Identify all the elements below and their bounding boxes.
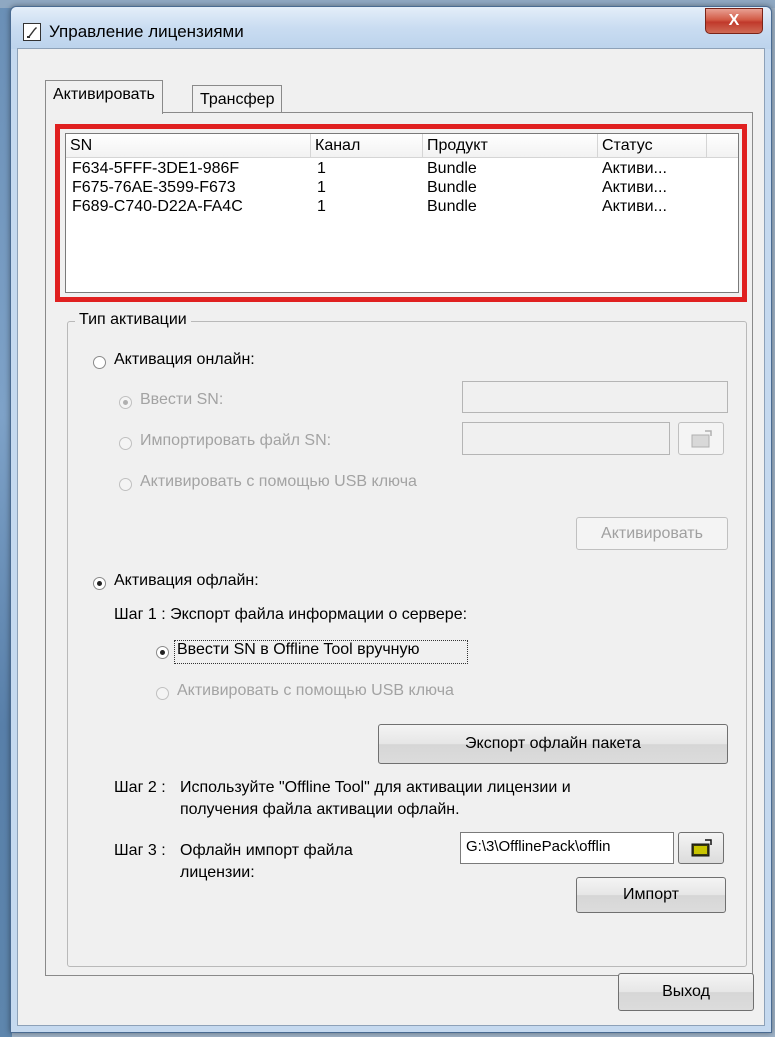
enter-sn-radio[interactable] — [119, 396, 132, 409]
manual-sn-radio[interactable] — [156, 646, 169, 659]
step3-text-line2: лицензии: — [180, 864, 255, 881]
dialog-client-area: Активировать Трансфер SN Канал Продукт С… — [17, 48, 765, 1026]
exit-button[interactable]: Выход — [618, 973, 754, 1011]
cell-channel: 1 — [317, 198, 326, 215]
cell-sn: F634-5FFF-3DE1-986F — [72, 160, 240, 177]
column-header-sn[interactable]: SN — [66, 134, 311, 157]
online-activation-radio[interactable] — [93, 356, 106, 369]
license-row[interactable]: F689-C740-D22A-FA4C 1 Bundle Активи... — [66, 197, 738, 216]
step3-text-line1: Офлайн импорт файла — [180, 842, 353, 859]
tab-activate[interactable]: Активировать — [45, 80, 163, 114]
folder-icon — [691, 430, 712, 448]
sn-file-path-input[interactable] — [462, 422, 670, 455]
step2-text-line1: Используйте "Offline Tool" для активации… — [180, 779, 571, 796]
export-offline-package-button[interactable]: Экспорт офлайн пакета — [378, 724, 728, 764]
step2-label: Шаг 2 : — [114, 779, 166, 796]
import-button[interactable]: Импорт — [576, 877, 726, 913]
app-icon — [23, 23, 41, 41]
cell-status: Активи... — [602, 198, 667, 215]
browse-license-file-button[interactable] — [678, 832, 724, 864]
cell-product: Bundle — [427, 160, 477, 177]
step2-text-line2: получения файла активации офлайн. — [180, 801, 460, 818]
license-row[interactable]: F675-76AE-3599-F673 1 Bundle Активи... — [66, 178, 738, 197]
import-sn-file-label: Импортировать файл SN: — [140, 432, 332, 449]
online-activation-label[interactable]: Активация онлайн: — [114, 351, 255, 369]
online-usb-key-label: Активировать с помощью USB ключа — [140, 473, 417, 490]
license-list-header: SN Канал Продукт Статус — [66, 134, 738, 158]
cell-sn: F675-76AE-3599-F673 — [72, 179, 236, 196]
cell-sn: F689-C740-D22A-FA4C — [72, 198, 243, 215]
tab-transfer[interactable]: Трансфер — [192, 85, 283, 115]
step1-label: Шаг 1 : Экспорт файла информации о серве… — [114, 606, 468, 623]
activation-type-label: Тип активации — [75, 311, 191, 329]
license-management-dialog: Управление лицензиями X Активировать Тра… — [10, 6, 772, 1033]
import-sn-file-radio[interactable] — [119, 437, 132, 450]
column-header-status[interactable]: Статус — [598, 134, 707, 157]
cell-channel: 1 — [317, 179, 326, 196]
cell-product: Bundle — [427, 179, 477, 196]
license-row[interactable]: F634-5FFF-3DE1-986F 1 Bundle Активи... — [66, 159, 738, 178]
column-header-filler — [707, 134, 738, 157]
cell-channel: 1 — [317, 160, 326, 177]
browse-sn-file-button[interactable] — [678, 422, 724, 455]
step3-label: Шаг 3 : — [114, 842, 166, 859]
cell-status: Активи... — [602, 160, 667, 177]
offline-usb-key-radio[interactable] — [156, 687, 169, 700]
online-usb-key-radio[interactable] — [119, 478, 132, 491]
license-file-path-input[interactable]: G:\3\OfflinePack\offlin — [460, 832, 674, 864]
offline-usb-key-label: Активировать с помощью USB ключа — [177, 682, 454, 699]
column-header-channel[interactable]: Канал — [311, 134, 423, 157]
offline-activation-label[interactable]: Активация офлайн: — [114, 572, 259, 590]
cell-product: Bundle — [427, 198, 477, 215]
folder-icon — [691, 839, 712, 857]
offline-activation-radio[interactable] — [93, 577, 106, 590]
window-title: Управление лицензиями — [49, 22, 244, 41]
sn-input[interactable] — [462, 381, 728, 413]
manual-sn-label[interactable]: Ввести SN в Offline Tool вручную — [177, 641, 420, 659]
activate-online-button[interactable]: Активировать — [576, 517, 728, 550]
cell-status: Активи... — [602, 179, 667, 196]
close-button[interactable]: X — [705, 8, 763, 34]
enter-sn-label: Ввести SN: — [140, 391, 224, 408]
title-bar[interactable]: Управление лицензиями X — [11, 7, 771, 49]
license-list[interactable]: SN Канал Продукт Статус F634-5FFF-3DE1-9… — [65, 133, 739, 293]
column-header-product[interactable]: Продукт — [423, 134, 598, 157]
